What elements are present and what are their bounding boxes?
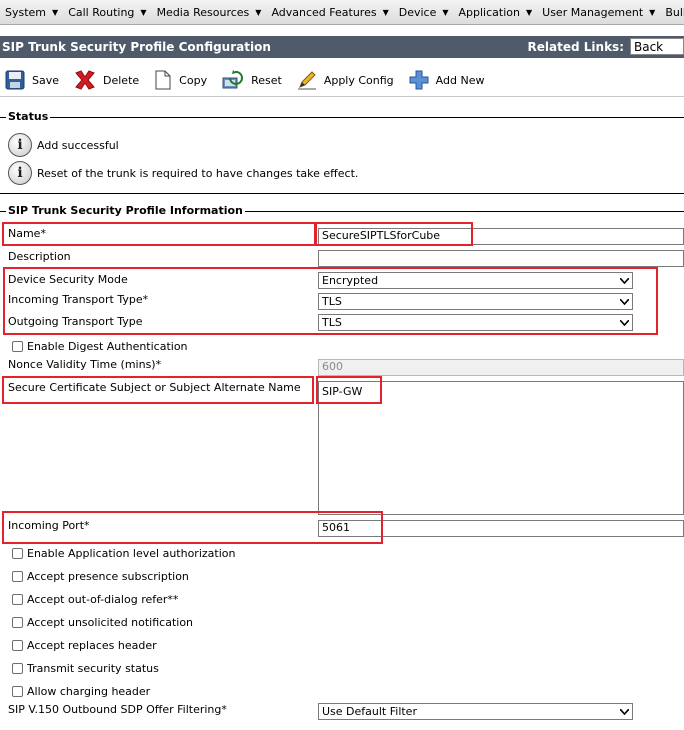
delete-icon xyxy=(75,70,95,90)
caret-down-icon: ▼ xyxy=(382,7,389,17)
caret-down-icon: ▼ xyxy=(649,7,656,17)
replaces-checkbox[interactable] xyxy=(12,640,23,651)
presence-checkbox[interactable] xyxy=(12,571,23,582)
highlight-secure-cert-label xyxy=(2,376,314,404)
security-status-row: Transmit security status xyxy=(12,662,159,675)
status-message: i Reset of the trunk is required to have… xyxy=(8,161,358,185)
status-legend: Status xyxy=(6,110,51,123)
plus-icon xyxy=(409,70,429,90)
sdp-filter-label: SIP V.150 Outbound SDP Offer Filtering* xyxy=(8,703,227,716)
save-button[interactable]: Save xyxy=(4,69,59,91)
copy-button[interactable]: Copy xyxy=(153,69,207,91)
caret-down-icon: ▼ xyxy=(255,7,262,17)
charging-checkbox[interactable] xyxy=(12,686,23,697)
nonce-label: Nonce Validity Time (mins)* xyxy=(8,358,162,371)
apply-config-button[interactable]: Apply Config xyxy=(296,69,394,91)
page-title: SIP Trunk Security Profile Configuration xyxy=(2,40,271,54)
menu-bar: System ▼ Call Routing ▼ Media Resources ▼ A… xyxy=(0,0,684,25)
highlight-secure-cert-value xyxy=(316,376,382,404)
chevron-down-icon xyxy=(617,704,632,719)
highlight-incoming-port xyxy=(2,511,383,544)
description-label: Description xyxy=(8,250,71,263)
add-new-button[interactable]: Add New xyxy=(408,69,484,91)
description-input[interactable] xyxy=(318,250,684,267)
toolbar: Save Delete Copy Reset Apply Config Add … xyxy=(0,64,684,97)
info-legend: SIP Trunk Security Profile Information xyxy=(6,204,245,217)
unsolicited-checkbox[interactable] xyxy=(12,617,23,628)
menu-advanced-features[interactable]: Advanced Features ▼ xyxy=(266,0,393,24)
nonce-input: 600 xyxy=(318,359,684,376)
reset-icon xyxy=(222,70,244,89)
highlight-name-label xyxy=(2,222,316,246)
menu-user-management[interactable]: User Management ▼ xyxy=(537,0,660,24)
menu-system[interactable]: System ▼ xyxy=(0,0,63,24)
app-auth-checkbox[interactable] xyxy=(12,548,23,559)
copy-icon xyxy=(155,70,171,90)
menu-media-resources[interactable]: Media Resources ▼ xyxy=(152,0,267,24)
charging-row: Allow charging header xyxy=(12,685,150,698)
status-divider xyxy=(0,117,684,118)
ood-refer-checkbox[interactable] xyxy=(12,594,23,605)
related-links-select[interactable]: Back xyxy=(630,38,684,55)
delete-button[interactable]: Delete xyxy=(73,68,139,92)
status-message: i Add successful xyxy=(8,133,119,157)
enable-digest-row: Enable Digest Authentication xyxy=(12,340,188,353)
info-icon: i xyxy=(8,161,32,185)
menu-device[interactable]: Device ▼ xyxy=(394,0,454,24)
title-bar: SIP Trunk Security Profile Configuration… xyxy=(0,36,684,58)
unsolicited-row: Accept unsolicited notification xyxy=(12,616,193,629)
reset-button[interactable]: Reset xyxy=(221,68,282,92)
menu-application[interactable]: Application ▼ xyxy=(454,0,538,24)
status-bottom-divider xyxy=(0,193,684,194)
info-icon: i xyxy=(8,133,32,157)
menu-call-routing[interactable]: Call Routing ▼ xyxy=(63,0,151,24)
caret-down-icon: ▼ xyxy=(442,7,449,17)
sdp-filter-select[interactable]: Use Default Filter xyxy=(318,703,633,720)
related-links-label: Related Links: xyxy=(527,40,624,54)
highlight-name-value xyxy=(315,222,473,246)
highlight-transport-group xyxy=(3,267,658,335)
caret-down-icon: ▼ xyxy=(140,7,147,17)
save-icon xyxy=(5,70,25,90)
pencil-icon xyxy=(297,71,316,90)
security-status-checkbox[interactable] xyxy=(12,663,23,674)
enable-digest-checkbox[interactable] xyxy=(12,341,23,352)
caret-down-icon: ▼ xyxy=(525,7,533,17)
presence-row: Accept presence subscription xyxy=(12,570,189,583)
ood-refer-row: Accept out-of-dialog refer ** xyxy=(12,593,178,606)
app-auth-row: Enable Application level authorization xyxy=(12,547,235,560)
replaces-row: Accept replaces header xyxy=(12,639,157,652)
menu-bulk[interactable]: Bulk A xyxy=(660,0,684,24)
caret-down-icon: ▼ xyxy=(52,7,59,17)
